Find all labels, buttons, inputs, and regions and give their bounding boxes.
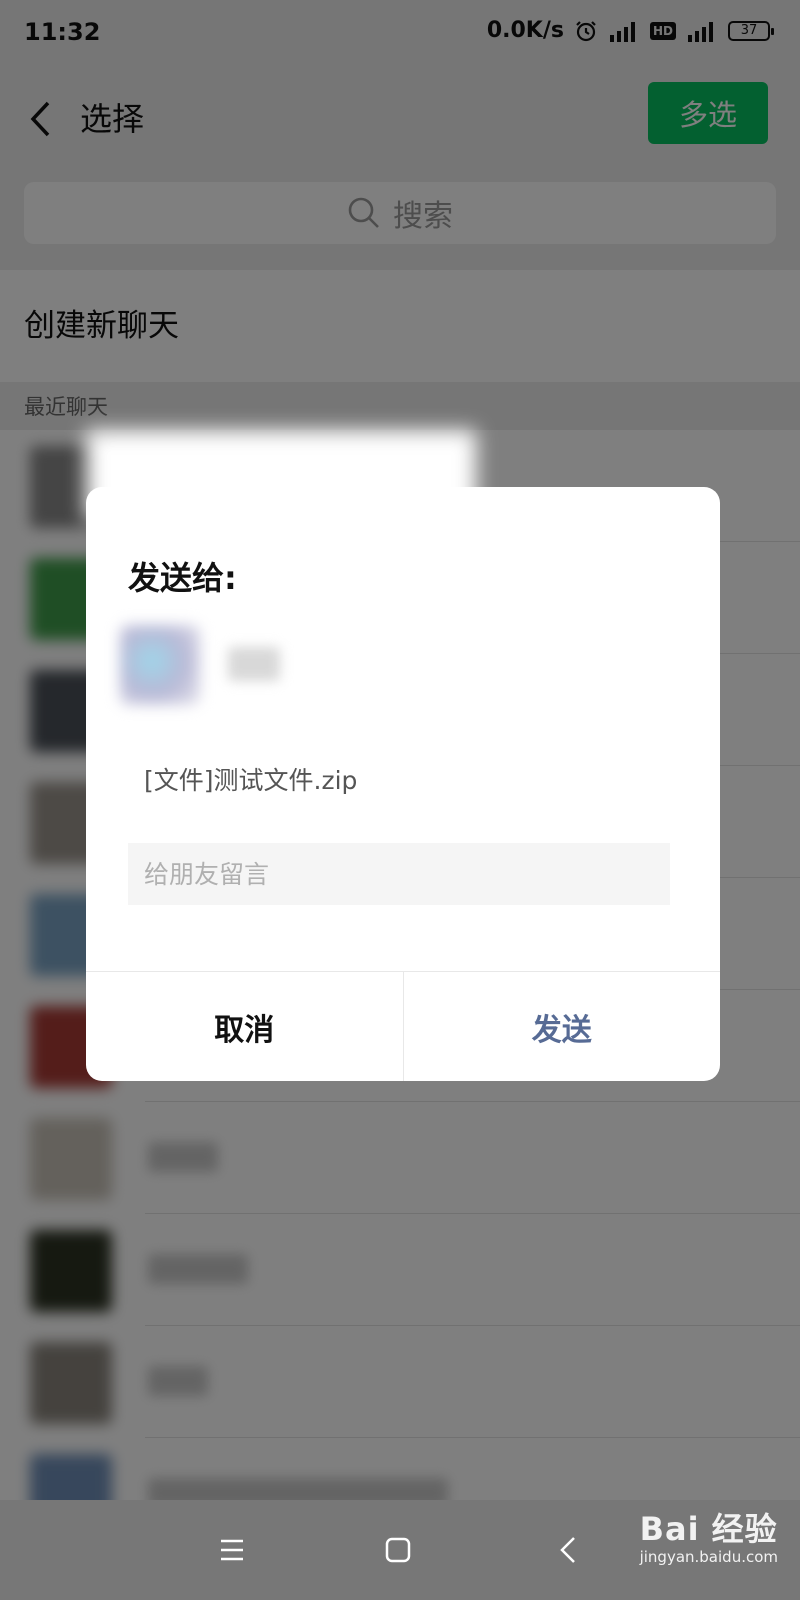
back-icon — [560, 1537, 575, 1563]
watermark-url: jingyan.baidu.com — [639, 1548, 778, 1566]
recipient-name — [228, 647, 280, 681]
menu-button[interactable] — [212, 1530, 252, 1570]
send-button[interactable]: 发送 — [404, 972, 721, 1081]
dialog-actions: 取消 发送 — [86, 971, 720, 1081]
cancel-button[interactable]: 取消 — [86, 972, 404, 1081]
home-button[interactable] — [378, 1530, 418, 1570]
dialog-title: 发送给: — [128, 559, 237, 597]
nav-back-button[interactable] — [548, 1530, 588, 1570]
menu-icon — [221, 1539, 243, 1561]
watermark-main: Bai 经验 — [639, 1510, 778, 1548]
recipient-avatar — [120, 625, 200, 705]
message-input[interactable] — [128, 843, 670, 905]
send-dialog: 发送给: [文件]测试文件.zip 取消 发送 — [86, 487, 720, 1081]
baidu-watermark: Bai 经验 jingyan.baidu.com — [640, 1504, 778, 1566]
file-description: [文件]测试文件.zip — [144, 766, 358, 795]
home-icon — [385, 1537, 411, 1563]
